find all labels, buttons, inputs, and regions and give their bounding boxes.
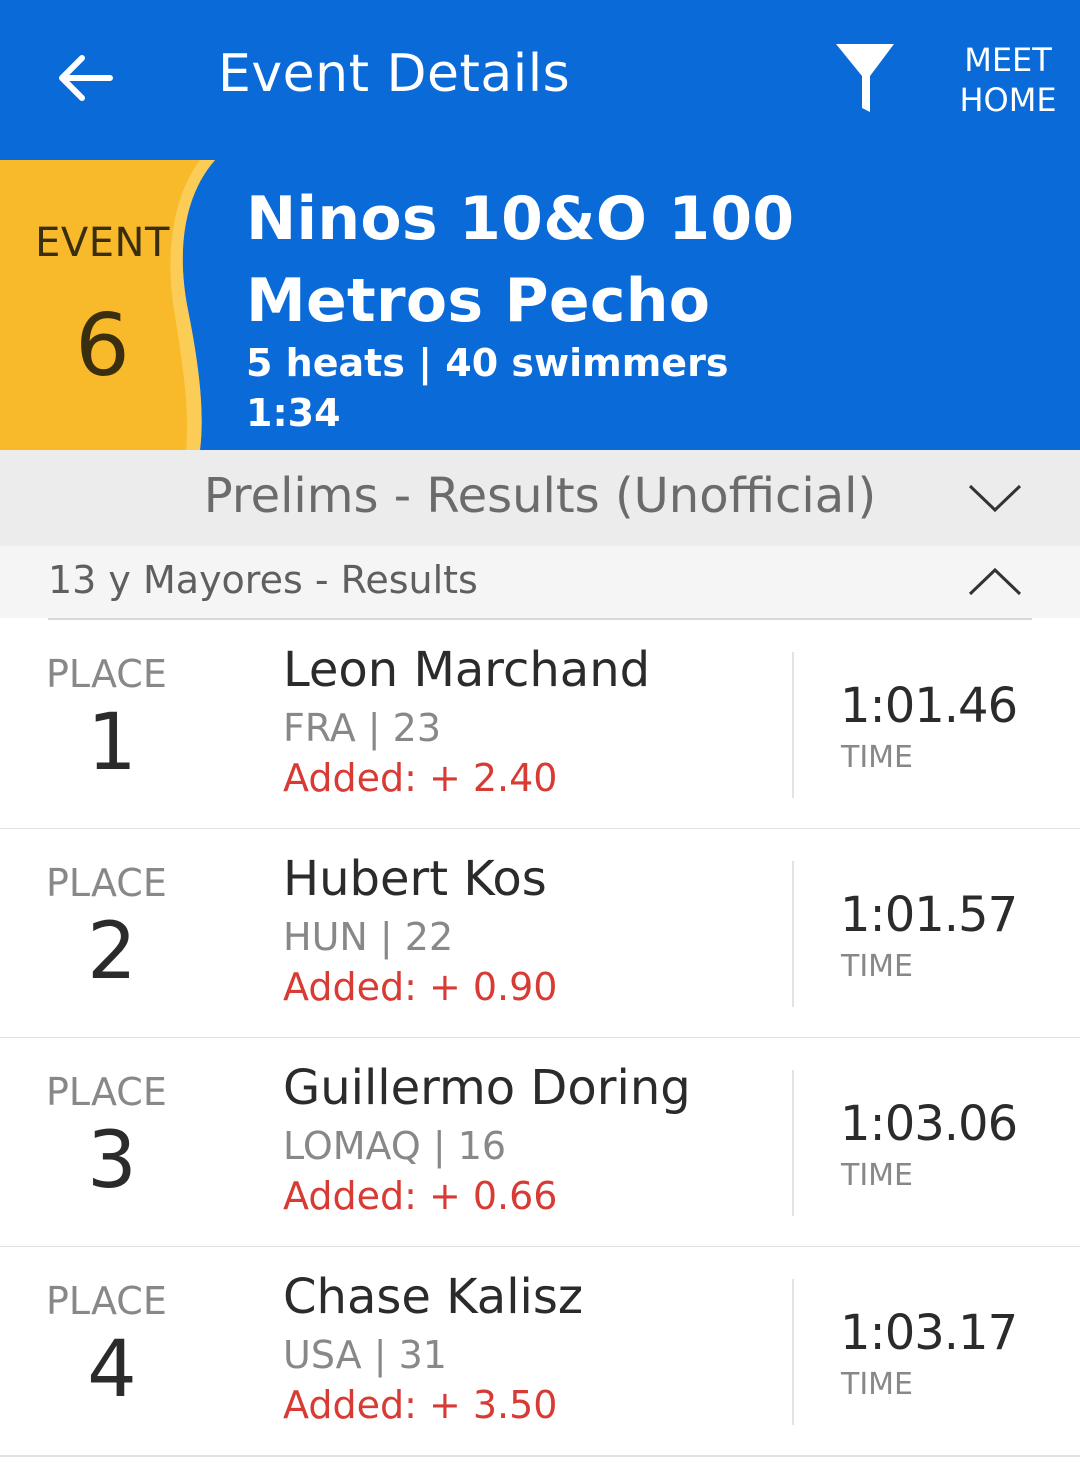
place-value: 3 <box>87 1116 137 1206</box>
swimmer-team-age: FRA | 23 <box>283 706 442 750</box>
swim-time: 1:01.57 <box>840 887 1018 943</box>
age-group-header[interactable]: 13 y Mayores - Results <box>0 546 1080 618</box>
meet-home-button[interactable]: MEET HOME <box>950 40 1066 120</box>
arrow-left-icon[interactable] <box>52 46 116 110</box>
event-summary: 5 heats | 40 swimmers <box>246 341 729 385</box>
time-label: TIME <box>841 1158 914 1193</box>
app-bar: Event Details MEET HOME <box>0 0 1080 160</box>
filter-funnel-icon[interactable] <box>834 40 896 114</box>
swim-time: 1:01.46 <box>840 678 1018 734</box>
event-time: 1:34 <box>246 391 341 435</box>
swim-time: 1:03.06 <box>840 1096 1018 1152</box>
place-label: PLACE <box>46 652 167 696</box>
swimmer-name: Chase Kalisz <box>283 1269 584 1325</box>
page-title: Event Details <box>218 44 571 104</box>
place-label: PLACE <box>46 1070 167 1114</box>
event-header: EVENT 6 Ninos 10&O 100 Metros Pecho 5 he… <box>0 160 1080 450</box>
chevron-down-icon[interactable] <box>966 478 1024 518</box>
swimmer-name: Leon Marchand <box>283 642 651 698</box>
divider <box>792 652 794 798</box>
age-group-title: 13 y Mayores - Results <box>48 558 478 602</box>
event-number: 6 <box>75 296 130 396</box>
swimmer-added: Added: + 3.50 <box>283 1383 558 1427</box>
place-value: 1 <box>87 698 137 788</box>
event-name: Ninos 10&O 100 Metros Pecho <box>246 184 795 336</box>
place-value: 2 <box>87 907 137 997</box>
swimmer-name: Guillermo Doring <box>283 1060 691 1116</box>
event-meta: 5 heats | 40 swimmers 1:34 <box>246 338 728 438</box>
divider <box>792 1070 794 1216</box>
swimmer-added: Added: + 2.40 <box>283 756 558 800</box>
result-row[interactable]: PLACE 2 Hubert Kos HUN | 22 Added: + 0.9… <box>0 829 1080 1039</box>
swim-time: 1:03.17 <box>840 1305 1018 1361</box>
swimmer-team-age: LOMAQ | 16 <box>283 1124 507 1168</box>
event-label: EVENT <box>35 220 170 266</box>
swimmer-added: Added: + 0.66 <box>283 1174 558 1218</box>
session-selector[interactable]: Prelims - Results (Unofficial) <box>0 450 1080 546</box>
swimmer-added: Added: + 0.90 <box>283 965 558 1009</box>
time-label: TIME <box>841 1367 914 1402</box>
result-row[interactable]: PLACE 1 Leon Marchand FRA | 23 Added: + … <box>0 620 1080 830</box>
time-label: TIME <box>841 740 914 775</box>
result-row[interactable]: PLACE 4 Chase Kalisz USA | 31 Added: + 3… <box>0 1247 1080 1457</box>
chevron-up-icon[interactable] <box>966 562 1024 602</box>
meet-home-line1: MEET <box>964 41 1052 79</box>
divider <box>792 861 794 1007</box>
meet-home-line2: HOME <box>959 81 1057 119</box>
session-title: Prelims - Results (Unofficial) <box>203 468 877 524</box>
divider <box>792 1279 794 1425</box>
place-label: PLACE <box>46 861 167 905</box>
time-label: TIME <box>841 949 914 984</box>
result-row[interactable]: PLACE 3 Guillermo Doring LOMAQ | 16 Adde… <box>0 1038 1080 1248</box>
swimmer-name: Hubert Kos <box>283 851 547 907</box>
place-value: 4 <box>87 1325 137 1415</box>
place-label: PLACE <box>46 1279 167 1323</box>
swimmer-team-age: USA | 31 <box>283 1333 447 1377</box>
swimmer-team-age: HUN | 22 <box>283 915 454 959</box>
